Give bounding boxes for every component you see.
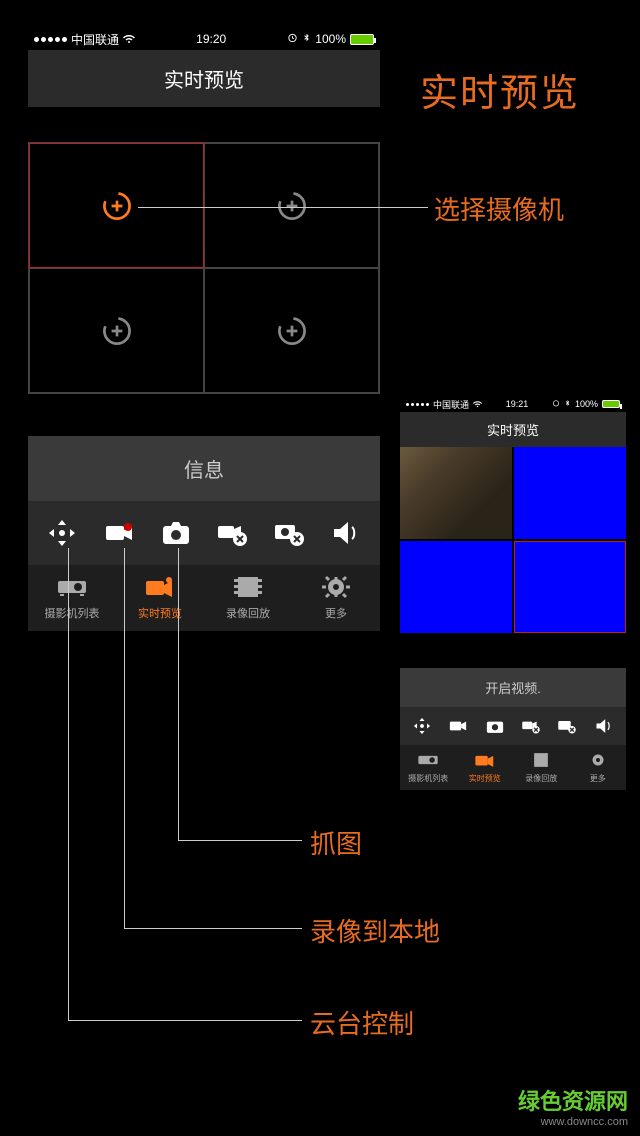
tab-label: 实时预览	[138, 605, 182, 621]
tab-label: 录像回放	[525, 773, 557, 784]
action-row-small	[400, 707, 626, 745]
ptz-icon[interactable]	[411, 715, 433, 737]
tab-live-preview[interactable]: 实时预览	[125, 573, 195, 621]
camera-icon	[144, 573, 176, 601]
tab-live-preview[interactable]: 实时预览	[462, 751, 508, 784]
capture-icon[interactable]	[484, 715, 506, 737]
tab-row-small: 摄影机列表 实时预览 录像回放 更多	[400, 745, 626, 790]
secondary-phone: 中国联通 19:21 100% 实时预览	[400, 396, 626, 633]
annotation-record: 录像到本地	[310, 912, 440, 949]
camera-cell-3[interactable]	[29, 268, 204, 393]
film-icon	[232, 573, 264, 601]
page-title-small: 实时预览	[400, 412, 626, 447]
watermark-title: 绿色资源网	[518, 1084, 628, 1116]
main-phone-top: 中国联通 19:20 100% 实时预览	[28, 28, 380, 107]
tab-label: 摄影机列表	[45, 605, 100, 621]
camera-grid-small	[400, 447, 626, 633]
film-icon	[530, 751, 552, 769]
tab-label: 更多	[325, 605, 347, 621]
wifi-icon	[473, 399, 482, 410]
camera-cell-blue[interactable]	[514, 447, 626, 539]
camera-cell-blue-selected[interactable]	[514, 541, 626, 633]
bluetooth-icon	[302, 32, 311, 46]
battery-icon	[350, 34, 374, 45]
close-capture-icon[interactable]	[556, 715, 578, 737]
camera-cell-4[interactable]	[204, 268, 379, 393]
alarm-icon	[552, 399, 560, 409]
battery-percent: 100%	[575, 399, 598, 409]
callout-line	[124, 548, 125, 928]
control-panel: 信息 摄影机列表 实时预览 录像回放	[28, 436, 380, 631]
panel-title: 信息	[28, 436, 380, 501]
annotation-ptz: 云台控制	[310, 1004, 414, 1041]
sound-icon[interactable]	[328, 515, 364, 551]
carrier-label: 中国联通	[71, 31, 119, 48]
page-title: 实时预览	[28, 50, 380, 107]
gear-icon	[320, 573, 352, 601]
annotation-capture: 抓图	[310, 824, 362, 861]
tab-label: 更多	[590, 773, 606, 784]
callout-line	[68, 548, 69, 1020]
gear-icon	[587, 751, 609, 769]
alarm-icon	[287, 32, 298, 46]
tab-label: 实时预览	[469, 773, 501, 784]
status-bar: 中国联通 19:20 100%	[28, 28, 380, 50]
wifi-icon	[123, 32, 135, 47]
callout-line	[178, 548, 179, 840]
add-camera-icon[interactable]	[99, 188, 135, 224]
add-camera-icon[interactable]	[274, 188, 310, 224]
capture-icon[interactable]	[158, 515, 194, 551]
ptz-icon[interactable]	[44, 515, 80, 551]
add-camera-icon[interactable]	[99, 313, 135, 349]
camera-icon	[474, 751, 496, 769]
camera-cell-blue[interactable]	[400, 541, 512, 633]
control-panel-small: 开启视频. 摄影机列表 实时预览 录像回放 更多	[400, 668, 626, 790]
close-video-icon[interactable]	[520, 715, 542, 737]
annotation-select-camera: 选择摄像机	[434, 190, 564, 227]
camera-grid	[28, 142, 380, 394]
callout-line	[124, 928, 302, 929]
camera-cell-2[interactable]	[204, 143, 379, 268]
time-label: 19:20	[196, 32, 226, 46]
callout-line	[68, 1020, 302, 1021]
panel-title-small: 开启视频.	[400, 668, 626, 707]
record-icon[interactable]	[447, 715, 469, 737]
annotation-title: 实时预览	[420, 62, 580, 117]
tab-more[interactable]: 更多	[575, 751, 621, 784]
bluetooth-icon	[564, 399, 571, 409]
tab-more[interactable]: 更多	[301, 573, 371, 621]
camera-cell-live[interactable]	[400, 447, 512, 539]
watermark: 绿色资源网 www.downcc.com	[518, 1084, 628, 1128]
close-video-icon[interactable]	[214, 515, 250, 551]
status-bar-small: 中国联通 19:21 100%	[400, 396, 626, 412]
callout-line	[178, 840, 302, 841]
watermark-url: www.downcc.com	[518, 1116, 628, 1128]
battery-percent: 100%	[315, 32, 346, 46]
carrier-label: 中国联通	[433, 398, 469, 411]
battery-icon	[602, 400, 620, 408]
tab-camera-list[interactable]: 摄影机列表	[37, 573, 107, 621]
tab-camera-list[interactable]: 摄影机列表	[405, 751, 451, 784]
sound-icon[interactable]	[593, 715, 615, 737]
callout-line	[138, 207, 428, 208]
tab-label: 摄影机列表	[408, 773, 448, 784]
signal-dots-icon	[34, 37, 67, 42]
tab-playback[interactable]: 录像回放	[213, 573, 283, 621]
signal-dots-icon	[406, 403, 429, 406]
time-label: 19:21	[506, 399, 529, 409]
close-capture-icon[interactable]	[271, 515, 307, 551]
projector-icon	[56, 573, 88, 601]
record-icon[interactable]	[101, 515, 137, 551]
tab-label: 录像回放	[226, 605, 270, 621]
add-camera-icon[interactable]	[274, 313, 310, 349]
camera-cell-1[interactable]	[29, 143, 204, 268]
tab-row: 摄影机列表 实时预览 录像回放 更多	[28, 565, 380, 631]
projector-icon	[417, 751, 439, 769]
tab-playback[interactable]: 录像回放	[518, 751, 564, 784]
action-row	[28, 501, 380, 565]
